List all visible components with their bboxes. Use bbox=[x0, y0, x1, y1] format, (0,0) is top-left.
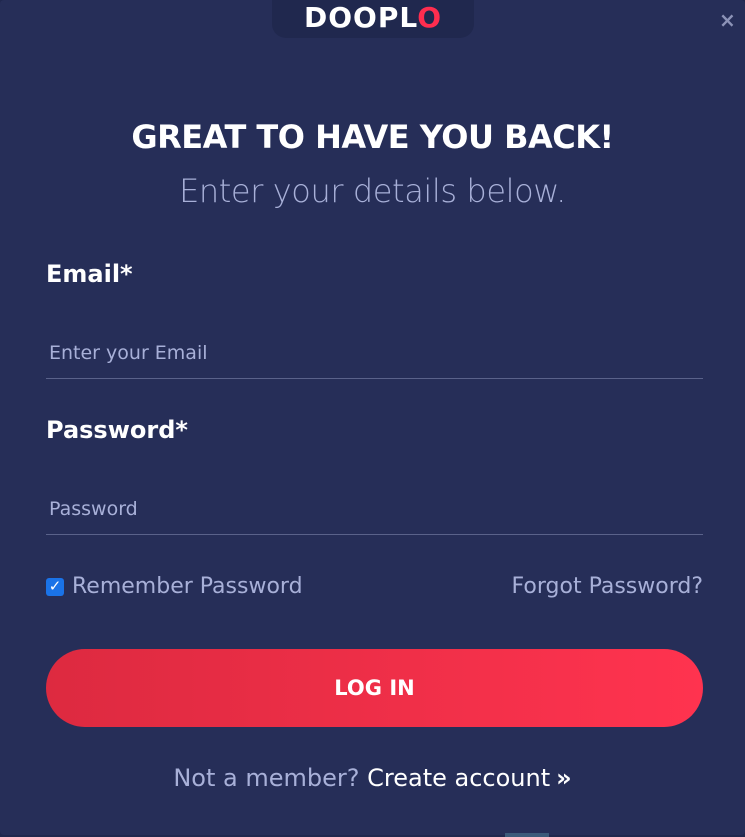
close-icon[interactable]: × bbox=[719, 10, 736, 30]
signup-prompt-text: Not a member? bbox=[173, 764, 360, 792]
remember-label: Remember Password bbox=[72, 574, 303, 599]
password-label: Password* bbox=[46, 416, 188, 444]
page-subtitle: Enter your details below. bbox=[179, 172, 566, 210]
remember-password[interactable]: ✓ Remember Password bbox=[46, 574, 303, 599]
logo-accent-letter: O bbox=[417, 1, 443, 34]
page-edge-fragment bbox=[505, 833, 549, 837]
page-title: GREAT TO HAVE YOU BACK! bbox=[131, 118, 614, 156]
brand-logo: DOOPLO bbox=[304, 4, 442, 32]
email-label: Email* bbox=[46, 260, 133, 288]
login-modal: DOOPLO × GREAT TO HAVE YOU BACK! Enter y… bbox=[0, 0, 745, 835]
logo-tab: DOOPLO bbox=[272, 0, 474, 38]
password-field[interactable] bbox=[46, 483, 703, 535]
logo-text: DOOPL bbox=[303, 1, 418, 34]
email-field[interactable] bbox=[46, 327, 703, 379]
remember-checkbox[interactable]: ✓ bbox=[46, 577, 64, 596]
signup-prompt: Not a member? Create account» bbox=[0, 764, 745, 792]
forgot-password-link[interactable]: Forgot Password? bbox=[512, 574, 703, 599]
double-chevron-right-icon[interactable]: » bbox=[556, 764, 572, 792]
create-account-link[interactable]: Create account bbox=[367, 764, 550, 792]
login-button[interactable]: LOG IN bbox=[46, 649, 703, 727]
